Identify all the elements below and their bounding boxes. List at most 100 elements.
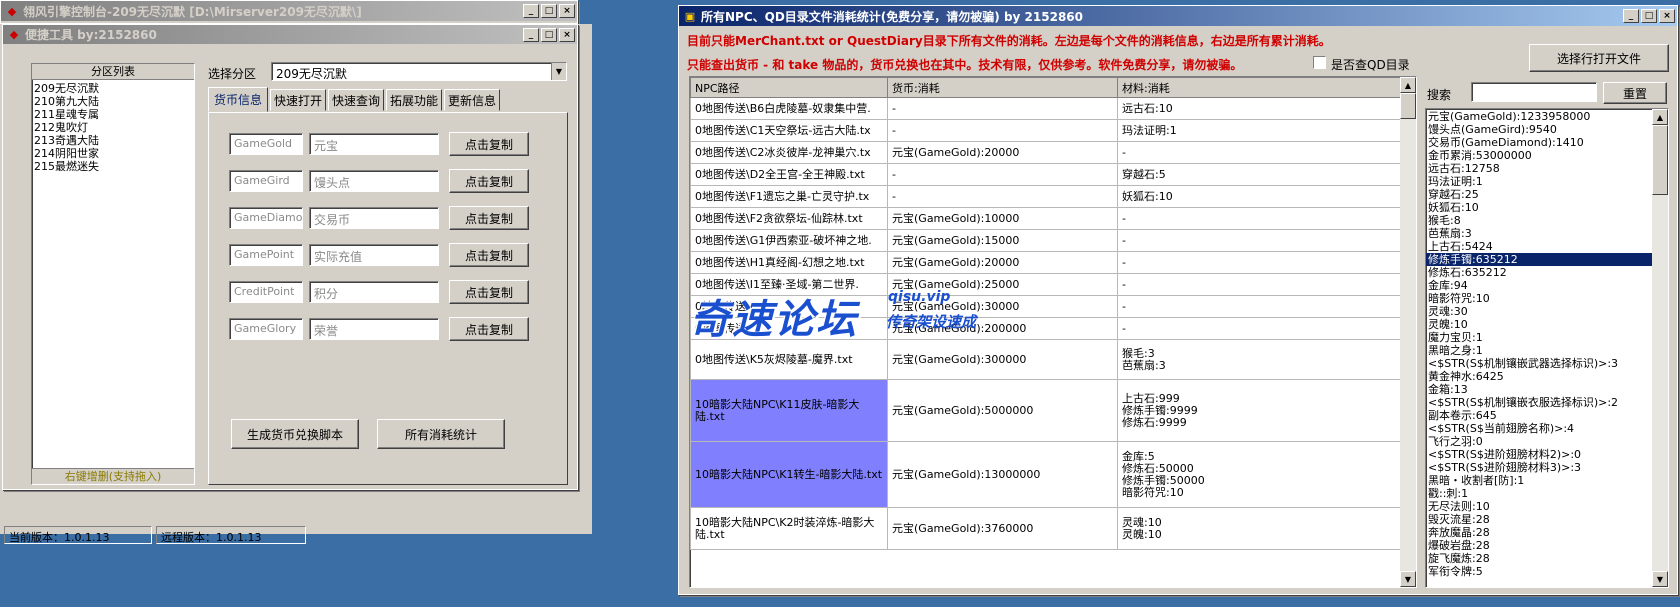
total-item[interactable]: <$STR(S$机制镶嵌衣服选择标识)>:2 [1426, 396, 1652, 409]
currency-name-field[interactable]: 元宝 [309, 133, 439, 155]
tab-currency[interactable]: 货币信息 [208, 87, 268, 112]
tool-minimize-button[interactable]: _ [523, 27, 539, 42]
total-item[interactable]: 奔放魔晶:28 [1426, 526, 1652, 539]
material-cell[interactable]: 灵魂:10 灵魄:10 [1117, 507, 1402, 550]
table-row[interactable]: 0地图传送\F1遗忘之巢-亡灵守护.tx - 妖狐石:10 [690, 185, 1402, 208]
currency-name-field[interactable]: 馒头点 [309, 170, 439, 192]
currency-cell[interactable]: 元宝(GameGold):300000 [887, 339, 1118, 380]
copy-button[interactable]: 点击复制 [449, 132, 529, 156]
zone-list[interactable]: 分区列表 209无尽沉默 210第九大陆 211星魂专属 212鬼吹灯 213奇遇大陆 2… [31, 63, 195, 485]
table-row[interactable]: 10暗影大陆NPC\K11皮肤-暗影大陆.txt 元宝(GameGold):500… [690, 379, 1402, 442]
scroll-down-icon[interactable]: ▼ [1400, 571, 1416, 587]
close-button[interactable]: × [559, 4, 575, 18]
total-item[interactable]: 戳::刺:1 [1426, 487, 1652, 500]
material-cell[interactable]: - [1117, 295, 1402, 318]
open-file-button[interactable]: 选择行打开文件 [1529, 44, 1669, 72]
npc-path-cell[interactable]: 0地图传送\G1伊西索亚-破坏神之地. [690, 229, 888, 252]
total-item[interactable]: 毁灭流星:28 [1426, 513, 1652, 526]
tab-quick-query[interactable]: 快速查询 [328, 89, 384, 111]
material-cell[interactable]: 金库:5 修炼石:50000 修炼手镯:50000 暗影符咒:10 [1117, 441, 1402, 508]
currency-cell[interactable]: 元宝(GameGold):13000000 [887, 441, 1118, 508]
total-item[interactable]: 黑暗之身:1 [1426, 344, 1652, 357]
material-cell[interactable]: - [1117, 251, 1402, 274]
total-item[interactable]: <$STR(S$机制镶嵌武器选择标识)>:3 [1426, 357, 1652, 370]
total-item[interactable]: 远古石:12758 [1426, 162, 1652, 175]
material-cell[interactable]: 玛法证明:1 [1117, 119, 1402, 142]
currency-name-field[interactable]: 积分 [309, 281, 439, 303]
table-scrollbar[interactable]: ▲ ▼ [1400, 77, 1416, 587]
material-cell[interactable]: - [1117, 273, 1402, 296]
tool-maximize-button[interactable]: □ [541, 27, 557, 42]
total-item[interactable]: 飞行之羽:0 [1426, 435, 1652, 448]
total-item[interactable]: <$STR(S$进阶翅膀材料2)>:0 [1426, 448, 1652, 461]
currency-cell[interactable]: 元宝(GameGold):30000 [887, 295, 1118, 318]
material-cell[interactable]: - [1117, 207, 1402, 230]
stats-titlebar[interactable]: ▣ 所有NPC、QD目录文件消耗统计(免费分享，请勿被骗) by 2152860… [679, 6, 1677, 26]
material-cell[interactable]: 远古石:10 [1117, 97, 1402, 120]
totals-scroll-down-icon[interactable]: ▼ [1652, 571, 1668, 587]
currency-name-field[interactable]: 荣誉 [309, 318, 439, 340]
npc-path-cell[interactable]: 0地图传送\C2冰炎彼岸-龙神巢穴.tx [690, 141, 888, 164]
totals-scroll-up-icon[interactable]: ▲ [1652, 109, 1668, 125]
currency-cell[interactable]: 元宝(GameGold):25000 [887, 273, 1118, 296]
currency-code-field[interactable]: GameGird [229, 170, 303, 192]
totals-list-container[interactable]: 元宝(GameGold):1233958000 馒头点(GameGird):954… [1425, 108, 1669, 588]
total-item[interactable]: 妖狐石:10 [1426, 201, 1652, 214]
copy-button[interactable]: 点击复制 [449, 169, 529, 193]
npc-path-cell[interactable]: 0地图传送\B6白虎陵墓-奴隶集中营. [690, 97, 888, 120]
table-row[interactable]: 0地图传送\G1伊西索亚-破坏神之地. 元宝(GameGold):15000- [690, 229, 1402, 252]
qd-checkbox-label[interactable]: 是否查QD目录 [1331, 56, 1410, 73]
total-item[interactable]: 爆破岩盘:28 [1426, 539, 1652, 552]
total-item[interactable]: 上古石:5424 [1426, 240, 1652, 253]
col-currency[interactable]: 货币:消耗 [887, 77, 1118, 98]
total-item[interactable]: 穿越石:25 [1426, 188, 1652, 201]
copy-button[interactable]: 点击复制 [449, 317, 529, 341]
table-row[interactable]: 0地图传送\C2冰炎彼岸-龙神巢穴.tx 元宝(GameGold):20000- [690, 141, 1402, 164]
total-item[interactable]: 交易币(GameDiamond):1410 [1426, 136, 1652, 149]
scroll-up-icon[interactable]: ▲ [1400, 77, 1416, 93]
stats-close-button[interactable]: × [1659, 9, 1675, 23]
material-cell[interactable]: - [1117, 141, 1402, 164]
table-row[interactable]: 0地图传送\I1至臻·圣域-第二世界. 元宝(GameGold):25000- [690, 273, 1402, 296]
currency-code-field[interactable]: CreditPoint [229, 281, 303, 303]
npc-path-cell[interactable]: 0地图传送\I2... [690, 295, 888, 318]
tab-updates[interactable]: 更新信息 [444, 89, 500, 111]
table-row[interactable]: 0地图传送\D2全王宫-全王神殿.txt - 穿越石:5 [690, 163, 1402, 186]
zone-item[interactable]: 209无尽沉默 [32, 82, 194, 95]
zone-item[interactable]: 214阴阳世家 [32, 147, 194, 160]
table-row[interactable]: 0地图传送\H1真经阁-幻想之地.txt 元宝(GameGold):20000- [690, 251, 1402, 274]
npc-path-cell[interactable]: 0地图传送\J1... [690, 317, 888, 340]
table-row[interactable]: 0地图传送\C1天空祭坛-远古大陆.tx - 玛法证明:1 [690, 119, 1402, 142]
currency-cell[interactable]: 元宝(GameGold):15000 [887, 229, 1118, 252]
minimize-button[interactable]: _ [523, 4, 539, 18]
total-item[interactable]: 黑暗・收割者[防]:1 [1426, 474, 1652, 487]
col-npc-path[interactable]: NPC路径 [690, 77, 888, 98]
table-row[interactable]: 0地图传送\K5灰烬陵墓-魔界.txt 元宝(GameGold):300000 猴毛… [690, 339, 1402, 380]
totals-scroll-thumb[interactable] [1652, 125, 1668, 195]
zone-items[interactable]: 209无尽沉默 210第九大陆 211星魂专属 212鬼吹灯 213奇遇大陆 214阴阳世… [32, 80, 194, 173]
copy-button[interactable]: 点击复制 [449, 280, 529, 304]
npc-path-cell[interactable]: 0地图传送\K5灰烬陵墓-魔界.txt [690, 339, 888, 380]
material-cell[interactable]: 上古石:999 修炼手镯:9999 修炼石:9999 [1117, 379, 1402, 442]
npc-path-cell[interactable]: 0地图传送\C1天空祭坛-远古大陆.tx [690, 119, 888, 142]
currency-name-field[interactable]: 实际充值 [309, 244, 439, 266]
totals-list[interactable]: 元宝(GameGold):1233958000 馒头点(GameGird):954… [1426, 109, 1652, 578]
total-item[interactable]: 修炼石:635212 [1426, 266, 1652, 279]
currency-cell[interactable]: - [887, 163, 1118, 186]
total-item[interactable]: 芭蕉扇:3 [1426, 227, 1652, 240]
total-item[interactable]: <$STR(S$进阶翅膀材料3)>:3 [1426, 461, 1652, 474]
total-item[interactable]: 副本卷示:645 [1426, 409, 1652, 422]
search-input[interactable] [1471, 82, 1597, 102]
zone-item[interactable]: 210第九大陆 [32, 95, 194, 108]
total-item[interactable]: 金箱:13 [1426, 383, 1652, 396]
material-cell[interactable]: - [1117, 317, 1402, 340]
console-titlebar[interactable]: ◆ 翎风引擎控制台-209无尽沉默 [D:\Mirserver209无尽沉默\]… [1, 1, 577, 21]
total-item[interactable]: 灵魂:30 [1426, 305, 1652, 318]
zone-select[interactable]: 209无尽沉默 ▼ [271, 62, 567, 81]
gen-script-button[interactable]: 生成货币兑换脚本 [231, 419, 359, 449]
zone-item[interactable]: 215最燃迷失 [32, 160, 194, 173]
totals-scrollbar[interactable]: ▲ ▼ [1652, 109, 1668, 587]
npc-path-cell[interactable]: 0地图传送\H1真经阁-幻想之地.txt [690, 251, 888, 274]
total-item[interactable]: 旋飞魔炼:28 [1426, 552, 1652, 565]
total-item[interactable]: 猴毛:8 [1426, 214, 1652, 227]
